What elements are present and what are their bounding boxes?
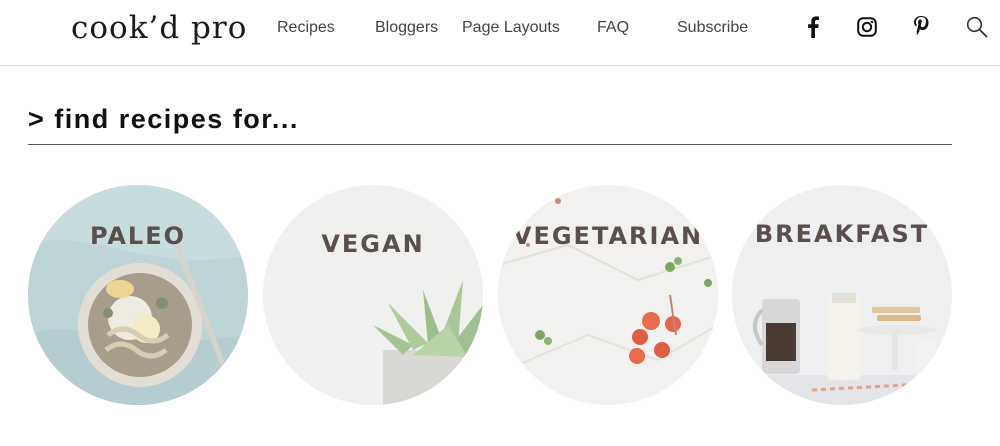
category-breakfast[interactable]: BREAKFAST <box>732 185 952 405</box>
section-heading: > find recipes for... <box>28 104 299 134</box>
facebook-icon[interactable] <box>802 16 824 38</box>
site-logo[interactable]: cook’d pro <box>71 10 247 46</box>
nav-recipes[interactable]: Recipes <box>277 19 335 37</box>
breakfast-image <box>732 185 952 405</box>
vegetarian-image <box>498 185 718 405</box>
category-label-vegan: VEGAN <box>321 230 425 258</box>
category-label-vegetarian: VEGETARIAN <box>512 222 704 250</box>
paleo-image <box>28 185 248 405</box>
category-vegetarian[interactable]: VEGETARIAN <box>498 185 718 405</box>
category-paleo[interactable]: PALEO <box>28 185 248 405</box>
pinterest-icon[interactable] <box>910 16 932 38</box>
nav-bloggers[interactable]: Bloggers <box>375 19 438 37</box>
nav-faq[interactable]: FAQ <box>597 19 629 37</box>
vegan-image <box>263 185 483 405</box>
heading-divider <box>28 144 952 145</box>
search-icon[interactable] <box>966 16 988 38</box>
nav-subscribe[interactable]: Subscribe <box>677 19 748 37</box>
category-label-breakfast: BREAKFAST <box>754 220 930 248</box>
category-label-paleo: PALEO <box>89 222 187 250</box>
site-header: cook’d pro Recipes Bloggers Page Layouts… <box>0 0 1000 66</box>
instagram-icon[interactable] <box>856 16 878 38</box>
category-vegan[interactable]: VEGAN <box>263 185 483 405</box>
nav-page-layouts[interactable]: Page Layouts <box>462 19 560 37</box>
